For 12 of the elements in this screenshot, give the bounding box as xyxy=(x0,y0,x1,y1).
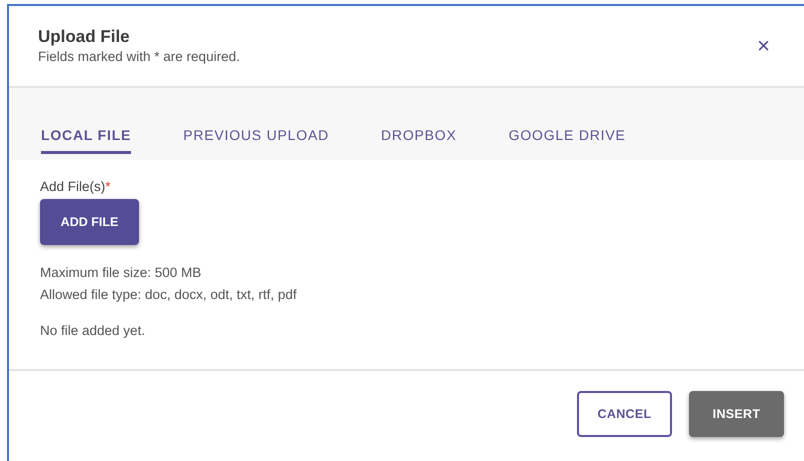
add-file-button[interactable]: ADD FILE xyxy=(40,199,139,245)
tab[interactable]: DROPBOX xyxy=(381,92,457,154)
field-label: Add File(s)* xyxy=(40,179,112,194)
dialog-subtitle: Fields marked with * are required. xyxy=(38,49,240,64)
tab[interactable]: LOCAL FILE xyxy=(41,92,132,154)
dialog-title: Upload File xyxy=(38,27,131,47)
hint-text: Maximum file size: 500 MB xyxy=(40,265,202,280)
tab[interactable]: GOOGLE DRIVE xyxy=(508,92,626,154)
status-text: No file added yet. xyxy=(40,323,146,338)
hint-text: Allowed file type: doc, docx, odt, txt, rtf, pdf xyxy=(40,287,298,302)
tab[interactable]: PREVIOUS UPLOAD xyxy=(183,92,330,154)
cancel-button[interactable]: CANCEL xyxy=(577,391,672,437)
